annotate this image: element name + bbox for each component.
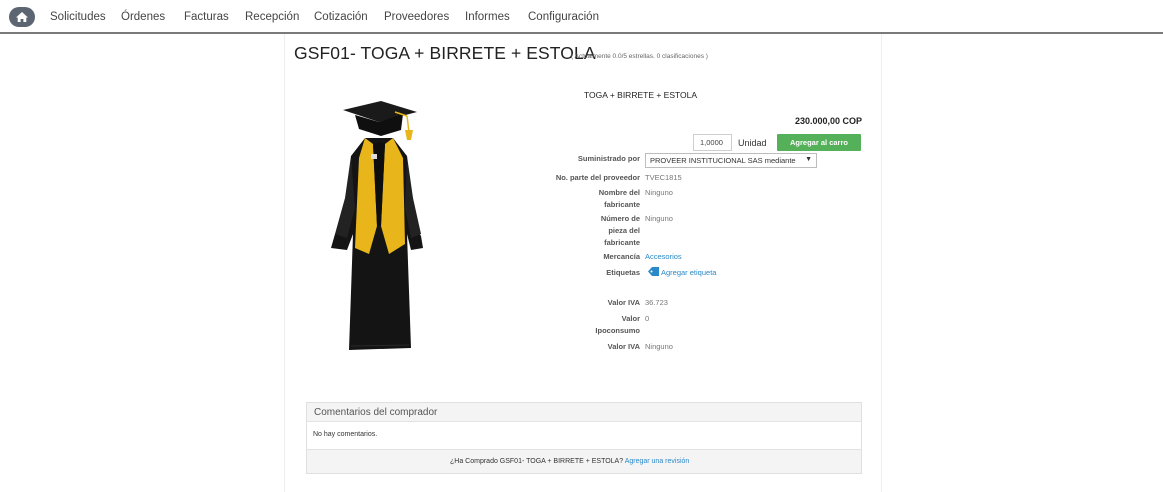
unit-label: Unidad — [738, 138, 767, 148]
manufacturer-part-value: Ninguno — [645, 214, 673, 223]
nav-cotizacion[interactable]: Cotización — [314, 11, 368, 23]
manufacturer-name-value: Ninguno — [645, 188, 673, 197]
comments-title: Comentarios del comprador — [314, 407, 438, 418]
add-tag-label: Agregar etiqueta — [661, 268, 717, 277]
add-tag-link[interactable]: Agregar etiqueta — [648, 267, 716, 279]
iva-secondary-label: Valor IVA — [607, 342, 640, 351]
add-to-cart-button[interactable]: Agregar al carro — [777, 134, 861, 151]
merchandise-link[interactable]: Accesorios — [645, 251, 682, 263]
ipoconsumo-label: Valor Ipoconsumo — [570, 313, 640, 337]
comments-header: Comentarios del comprador — [307, 403, 861, 422]
review-prompt: ¿Ha Comprado GSF01- TOGA + BIRRETE + EST… — [450, 458, 689, 465]
manufacturer-part-label-line2: pieza del — [608, 226, 640, 235]
manufacturer-name-label-line2: fabricante — [604, 200, 640, 209]
supplier-value: PROVEER INSTITUCIONAL SAS mediante — [650, 156, 796, 165]
nav-recepcion[interactable]: Recepción — [245, 11, 299, 23]
supplier-label: Suministrado por — [577, 154, 640, 163]
iva-secondary-value: Ninguno — [645, 342, 673, 351]
quantity-input[interactable] — [693, 134, 732, 151]
review-question: ¿Ha Comprado GSF01- TOGA + BIRRETE + EST… — [450, 458, 624, 465]
graduation-gown-image — [331, 101, 423, 350]
manufacturer-part-label-line1: Número de — [600, 214, 640, 223]
home-icon — [16, 12, 28, 22]
product-subtitle: TOGA + BIRRETE + ESTOLA — [584, 90, 698, 100]
tag-icon — [648, 267, 659, 276]
nav-configuracion[interactable]: Configuración — [528, 11, 599, 23]
tags-label: Etiquetas — [606, 268, 640, 277]
comments-footer: ¿Ha Comprado GSF01- TOGA + BIRRETE + EST… — [307, 449, 861, 473]
no-comments-text: No hay comentarios. — [313, 431, 378, 438]
product-price: 230.000,00 COP — [794, 116, 862, 126]
ipoconsumo-label-line1: Valor — [621, 314, 640, 323]
manufacturer-part-label-line3: fabricante — [604, 238, 640, 247]
nav-informes[interactable]: Informes — [465, 11, 510, 23]
add-review-link[interactable]: Agregar una revisión — [625, 458, 690, 465]
buyer-comments-panel: Comentarios del comprador No hay comenta… — [306, 402, 862, 474]
manufacturer-part-label: Número de pieza del fabricante — [570, 213, 640, 249]
manufacturer-name-label-line1: Nombre del — [598, 188, 640, 197]
supplier-part-label: No. parte del proveedor — [555, 173, 640, 182]
ipoconsumo-label-line2: Ipoconsumo — [595, 326, 640, 335]
nav-proveedores[interactable]: Proveedores — [384, 11, 449, 23]
merchandise-label: Mercancía — [603, 252, 640, 261]
nav-ordenes[interactable]: Órdenes — [121, 11, 165, 23]
nav-facturas[interactable]: Facturas — [184, 11, 229, 23]
manufacturer-name-label: Nombre del fabricante — [570, 187, 640, 211]
home-button[interactable] — [9, 7, 35, 27]
supplier-part-value: TVEC1815 — [645, 173, 682, 182]
top-navigation: Solicitudes Órdenes Facturas Recepción C… — [0, 0, 1163, 34]
iva-label: Valor IVA — [607, 298, 640, 307]
nav-solicitudes[interactable]: Solicitudes — [50, 11, 106, 23]
chevron-down-icon: ▼ — [805, 156, 812, 163]
product-title: GSF01- TOGA + BIRRETE + ESTOLA — [294, 43, 596, 63]
iva-value: 36.723 — [645, 298, 668, 307]
ipoconsumo-value: 0 — [645, 314, 650, 323]
rating-summary: ( Actualmente 0.0/5 estrellas. 0 clasifi… — [571, 53, 708, 60]
supplier-select[interactable]: PROVEER INSTITUCIONAL SAS mediante ▼ — [645, 153, 817, 168]
